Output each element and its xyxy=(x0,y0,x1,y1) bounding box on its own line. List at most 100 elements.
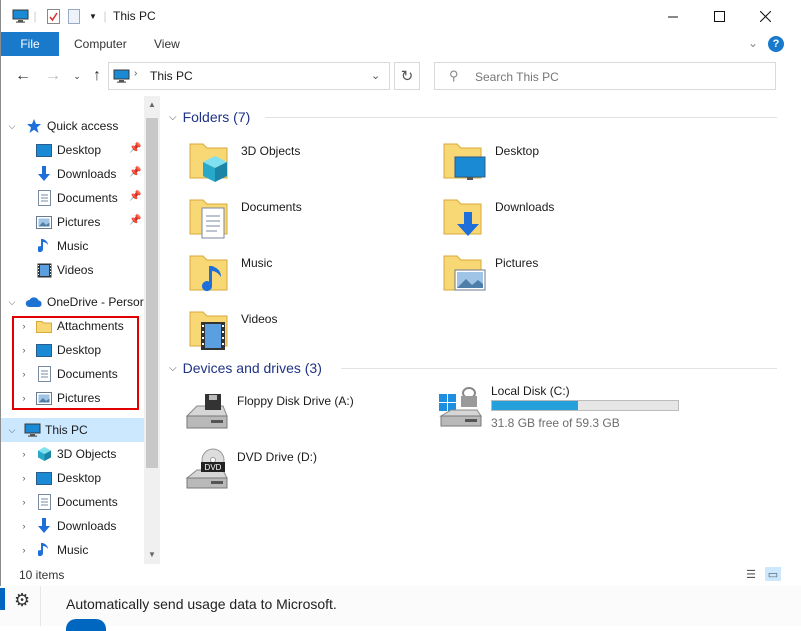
tile-label: DVD Drive (D:) xyxy=(237,450,317,464)
chevron-down-icon[interactable]: ⌵ xyxy=(169,112,177,123)
drive-dvd-d[interactable]: DVD DVD Drive (D:) xyxy=(183,448,423,502)
nav-label: Pictures xyxy=(57,215,101,229)
tile-label: Music xyxy=(241,256,273,270)
disk-free-text: 31.8 GB free of 59.3 GB xyxy=(491,416,620,430)
chevron-right-icon[interactable]: › xyxy=(19,449,29,459)
pictures-icon xyxy=(35,214,53,230)
usage-data-toggle[interactable] xyxy=(66,619,106,631)
drive-local-c[interactable]: Local Disk (C:) 31.8 GB free of 59.3 GB xyxy=(437,384,697,440)
videos-icon xyxy=(35,262,53,278)
nav-label: This PC xyxy=(45,423,88,437)
tile-label: Desktop xyxy=(495,144,540,158)
recent-locations-icon[interactable]: ⌄ xyxy=(67,66,87,86)
folder-3d-objects[interactable]: 3D Objects xyxy=(187,138,427,192)
this-pc-icon xyxy=(11,7,29,25)
chevron-right-icon[interactable]: › xyxy=(19,473,29,483)
chevron-down-icon[interactable]: ⌵ xyxy=(7,425,17,436)
up-button[interactable]: ↑ xyxy=(87,66,107,86)
pin-icon[interactable]: 📌 xyxy=(129,215,141,226)
nav-label: Videos xyxy=(57,263,94,277)
folder-desktop[interactable]: Desktop xyxy=(441,138,681,192)
chevron-right-icon[interactable]: › xyxy=(19,545,29,555)
folder-documents[interactable]: Documents xyxy=(187,194,427,248)
pin-icon[interactable]: 📌 xyxy=(129,167,141,178)
scroll-down-icon[interactable]: ▼ xyxy=(144,546,160,564)
search-placeholder: Search This PC xyxy=(475,70,559,84)
expand-ribbon-icon[interactable]: ⌄ xyxy=(748,36,758,50)
address-location: This PC xyxy=(150,69,193,83)
nav-label: 3D Objects xyxy=(57,447,117,461)
nav-pc-desktop[interactable]: › Desktop xyxy=(1,466,160,490)
tab-view[interactable]: View xyxy=(154,32,180,56)
details-view-icon[interactable]: ☰ xyxy=(743,567,759,581)
back-button[interactable]: ← xyxy=(13,66,33,86)
nav-label: Desktop xyxy=(57,471,102,485)
nav-label: Downloads xyxy=(57,519,117,533)
tab-computer[interactable]: Computer xyxy=(74,32,127,56)
customize-quick-access-icon[interactable]: ▼ xyxy=(87,7,99,25)
nav-pc-downloads[interactable]: › Downloads xyxy=(1,514,160,538)
star-icon xyxy=(25,118,43,134)
chevron-down-icon[interactable]: ⌄ xyxy=(371,69,380,82)
scroll-thumb[interactable] xyxy=(146,118,158,468)
group-title: Devices and drives (3) xyxy=(182,360,322,376)
folder-pictures[interactable]: Pictures xyxy=(441,250,681,304)
status-bar: 10 items ☰ ▭ xyxy=(1,564,790,586)
highlight-box xyxy=(12,316,139,410)
nav-onedrive[interactable]: ⌵ OneDrive - Persor xyxy=(1,290,150,314)
disk-usage-bar xyxy=(491,400,679,411)
nav-pc-music[interactable]: › Music xyxy=(1,538,160,562)
pin-icon[interactable]: 📌 xyxy=(129,143,141,154)
nav-quick-documents[interactable]: Documents 📌 xyxy=(1,186,160,210)
address-bar[interactable]: › This PC ⌄ xyxy=(108,62,390,90)
nav-quick-access[interactable]: ⌵ Quick access xyxy=(1,114,150,138)
chevron-down-icon[interactable]: ⌵ xyxy=(7,297,17,308)
music-folder-icon xyxy=(189,255,228,292)
large-icons-view-icon[interactable]: ▭ xyxy=(765,567,781,581)
breadcrumb-separator-icon[interactable]: › xyxy=(134,68,137,79)
tab-file[interactable]: File xyxy=(1,32,59,56)
refresh-button[interactable]: ↻ xyxy=(394,62,420,90)
forward-button[interactable]: → xyxy=(43,66,63,86)
folder-downloads[interactable]: Downloads xyxy=(441,194,681,248)
devices-group-header[interactable]: ⌵ Devices and drives (3) xyxy=(169,357,322,379)
new-folder-icon[interactable] xyxy=(67,7,81,25)
maximize-button[interactable] xyxy=(696,0,742,32)
nav-quick-videos[interactable]: Videos xyxy=(1,258,160,282)
nav-quick-music[interactable]: Music xyxy=(1,234,160,258)
help-icon[interactable]: ? xyxy=(768,36,784,52)
nav-quick-desktop[interactable]: Desktop 📌 xyxy=(1,138,160,162)
address-row: ← → ⌄ ↑ › This PC ⌄ ↻ ⚲ Search This PC xyxy=(1,56,790,96)
nav-scrollbar[interactable]: ▲ ▼ xyxy=(144,96,160,564)
tile-label: Local Disk (C:) xyxy=(491,384,570,398)
downloads-folder-icon xyxy=(443,199,482,236)
desktop-icon xyxy=(35,142,53,158)
download-arrow-icon xyxy=(35,518,53,534)
nav-pc-documents[interactable]: › Documents xyxy=(1,490,160,514)
nav-quick-pictures[interactable]: Pictures 📌 xyxy=(1,210,160,234)
nav-pc-3d-objects[interactable]: › 3D Objects xyxy=(1,442,160,466)
folder-music[interactable]: Music xyxy=(187,250,427,304)
chevron-down-icon[interactable]: ⌵ xyxy=(7,121,17,132)
nav-label: Documents xyxy=(57,191,118,205)
close-button[interactable] xyxy=(742,0,788,32)
chevron-right-icon[interactable]: › xyxy=(19,521,29,531)
documents-folder-icon xyxy=(189,199,228,239)
scroll-up-icon[interactable]: ▲ xyxy=(144,96,160,114)
nav-label: Music xyxy=(57,543,89,557)
drive-floppy-a[interactable]: Floppy Disk Drive (A:) xyxy=(183,392,423,446)
pin-icon[interactable]: 📌 xyxy=(129,191,141,202)
folder-videos[interactable]: Videos xyxy=(187,306,427,360)
tile-label: 3D Objects xyxy=(241,144,301,158)
chevron-right-icon[interactable]: › xyxy=(19,497,29,507)
cloud-icon xyxy=(25,294,43,310)
search-box[interactable]: ⚲ Search This PC xyxy=(434,62,776,90)
nav-quick-downloads[interactable]: Downloads 📌 xyxy=(1,162,160,186)
properties-icon[interactable] xyxy=(45,7,61,25)
folders-group-header[interactable]: ⌵ Folders (7) xyxy=(169,106,250,128)
gear-icon[interactable]: ⚙ xyxy=(14,590,30,611)
chevron-down-icon[interactable]: ⌵ xyxy=(169,363,177,374)
nav-this-pc[interactable]: ⌵ This PC xyxy=(1,418,150,442)
divider: | xyxy=(103,9,107,23)
minimize-button[interactable] xyxy=(650,0,696,32)
